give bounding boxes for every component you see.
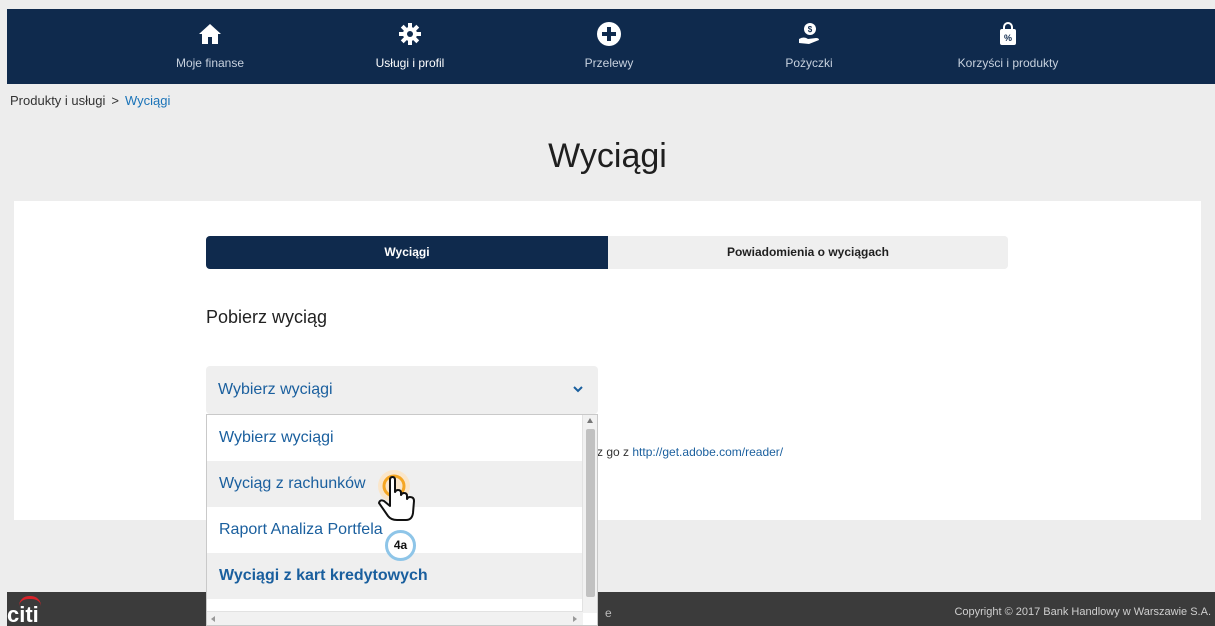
nav-item-korzysci-i-produkty[interactable]: % Korzyści i produkty <box>948 9 1068 84</box>
tab-wyciagi[interactable]: Wyciągi <box>206 236 608 269</box>
scroll-left-arrow-icon[interactable] <box>211 616 215 622</box>
breadcrumb-parent-link[interactable]: Produkty i usługi <box>10 93 105 108</box>
main-navbar: Moje finanse Usługi i profil Przelewy $ … <box>7 9 1215 84</box>
nav-item-moje-finanse[interactable]: Moje finanse <box>150 9 270 84</box>
statement-tabs: Wyciągi Powiadomienia o wyciągach <box>206 236 1008 269</box>
page-title: Wyciągi <box>548 137 667 175</box>
scroll-right-arrow-icon[interactable] <box>573 616 577 622</box>
statement-type-select[interactable]: Wybierz wyciągi <box>206 366 598 414</box>
svg-text:$: $ <box>808 25 813 34</box>
breadcrumb-separator: > <box>111 93 119 108</box>
dropdown-horizontal-scrollbar[interactable] <box>207 611 583 625</box>
adobe-reader-note: z go z http://get.adobe.com/reader/ <box>597 445 783 459</box>
svg-text:%: % <box>1004 33 1012 43</box>
citi-logo: citi <box>7 602 39 626</box>
nav-item-uslugi-i-profil[interactable]: Usługi i profil <box>350 9 470 84</box>
chevron-down-icon <box>573 386 583 393</box>
nav-item-pozyczki[interactable]: $ Pożyczki <box>749 9 869 84</box>
plus-circle-icon <box>597 22 621 46</box>
copyright-text: Copyright © 2017 Bank Handlowy w Warszaw… <box>954 606 1211 618</box>
tab-powiadomienia-o-wyciagach[interactable]: Powiadomienia o wyciągach <box>608 236 1008 269</box>
nav-item-label: Korzyści i produkty <box>957 56 1059 70</box>
scrollbar-thumb[interactable] <box>586 429 595 597</box>
breadcrumb: Produkty i usługi > Wyciągi <box>10 93 170 108</box>
shopping-bag-percent-icon: % <box>1000 22 1016 45</box>
footer: citi e Copyright © 2017 Bank Handlowy w … <box>7 592 1215 626</box>
dropdown-vertical-scrollbar[interactable] <box>582 415 597 613</box>
home-icon <box>199 24 221 44</box>
nav-item-label: Pożyczki <box>785 56 833 70</box>
step-badge: 4a <box>385 530 416 561</box>
nav-item-label: Przelewy <box>584 56 634 70</box>
gear-icon <box>399 23 421 45</box>
breadcrumb-current: Wyciągi <box>124 93 171 108</box>
nav-item-label: Moje finanse <box>175 56 245 70</box>
nav-item-label: Usługi i profil <box>375 56 445 70</box>
section-heading: Pobierz wyciąg <box>206 307 328 327</box>
loan-hand-icon: $ <box>799 23 819 44</box>
footer-text-fragment: e <box>605 606 612 620</box>
select-value: Wybierz wyciągi <box>218 381 333 398</box>
scroll-up-arrow-icon[interactable] <box>587 418 593 423</box>
adobe-reader-link[interactable]: http://get.adobe.com/reader/ <box>632 445 783 459</box>
nav-item-przelewy[interactable]: Przelewy <box>549 9 669 84</box>
adobe-note-text: z go z <box>597 445 630 459</box>
dropdown-option-wybierz[interactable]: Wybierz wyciągi <box>207 415 583 461</box>
